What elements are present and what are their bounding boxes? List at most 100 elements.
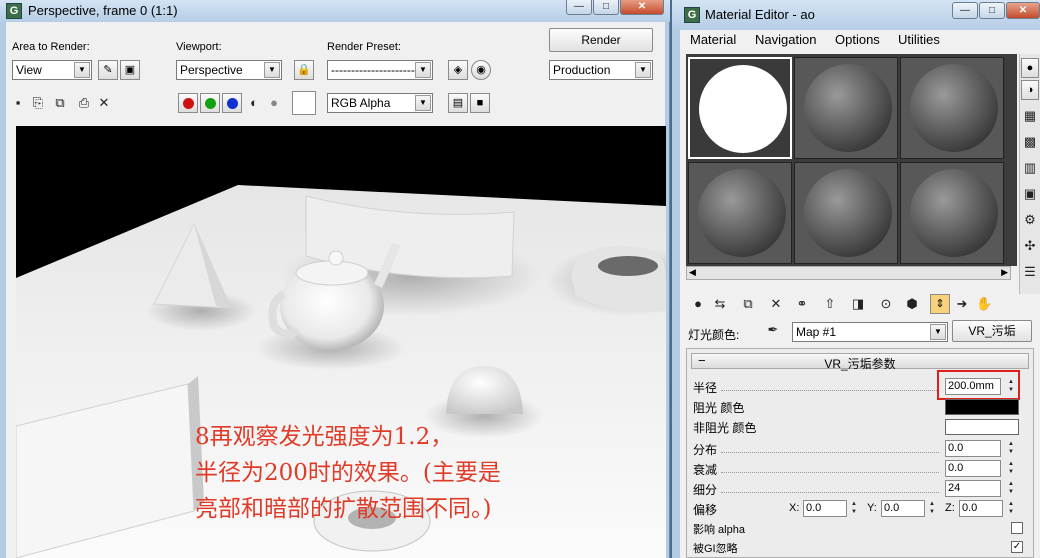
environment-icon[interactable]: ◉	[471, 60, 491, 80]
render-button[interactable]: Render	[549, 28, 653, 52]
sample-slot[interactable]	[794, 57, 898, 159]
eyedropper-icon[interactable]: ✒	[765, 322, 781, 338]
toggle-ui-icon[interactable]: ▤	[448, 93, 468, 113]
clone-window-icon[interactable]: ⧉	[52, 95, 68, 111]
alpha-channel-icon[interactable]: ◐	[246, 95, 262, 111]
show-end-result-icon[interactable]: ⬢	[904, 296, 920, 312]
distribution-input[interactable]: 0.0	[945, 440, 1001, 457]
menu-navigation[interactable]: Navigation	[755, 32, 816, 47]
leader-line	[721, 452, 939, 453]
map-name-dropdown[interactable]: Map #1 ▼	[792, 322, 948, 342]
affect-alpha-row: 影响 alpha	[693, 518, 1033, 538]
blue-channel-button[interactable]	[222, 93, 242, 113]
area-to-render-dropdown[interactable]: View ▼	[12, 60, 92, 80]
close-button[interactable]: ✕	[620, 0, 664, 15]
auto-region-icon[interactable]: ▣	[120, 60, 140, 80]
pick-from-object-icon[interactable]: ✋	[976, 296, 992, 312]
sample-type-icon[interactable]: ●	[1021, 58, 1039, 78]
sample-slot[interactable]	[900, 57, 1004, 159]
sample-slot[interactable]	[900, 162, 1004, 264]
falloff-input[interactable]: 0.0	[945, 460, 1001, 477]
make-unique-icon[interactable]: ⚭	[794, 296, 810, 312]
put-to-library-icon[interactable]: ⇧	[822, 296, 838, 312]
edit-region-icon[interactable]: ✎	[98, 60, 118, 80]
options-icon[interactable]: ⚙	[1022, 212, 1038, 228]
select-by-material-icon[interactable]: ✣	[1022, 238, 1038, 254]
sample-sphere	[910, 64, 998, 152]
maximize-button[interactable]: □	[979, 2, 1005, 19]
green-channel-button[interactable]	[200, 93, 220, 113]
go-to-parent-icon[interactable]: ⇕	[930, 294, 950, 314]
ignore-gi-checkbox[interactable]: ✓	[1011, 541, 1023, 553]
minimize-button[interactable]: —	[952, 2, 978, 19]
render-window-titlebar[interactable]: G Perspective, frame 0 (1:1) — □ ✕	[0, 0, 670, 22]
rollout-header[interactable]: − VR_污垢参数	[691, 353, 1029, 371]
production-dropdown[interactable]: Production ▼	[549, 60, 653, 80]
affect-alpha-label: 影响 alpha	[693, 524, 745, 536]
map-type-button[interactable]: VR_污垢	[952, 320, 1032, 342]
minimize-button[interactable]: —	[566, 0, 592, 15]
sample-slot[interactable]	[794, 162, 898, 264]
render-setup-icon[interactable]: ◈	[448, 60, 468, 80]
menu-utilities[interactable]: Utilities	[898, 32, 940, 47]
backlight-icon[interactable]: ◑	[1021, 80, 1039, 100]
render-preset-value: ----------------------	[331, 63, 419, 77]
bias-z-input[interactable]: 0.0	[959, 500, 1003, 517]
falloff-row: 衰减 0.0 ▲ ▼	[693, 458, 1033, 478]
go-forward-icon[interactable]: ➜	[954, 296, 970, 312]
monochrome-icon[interactable]: ●	[266, 95, 282, 111]
affect-alpha-checkbox[interactable]	[1011, 522, 1023, 534]
maximize-button[interactable]: □	[593, 0, 619, 15]
put-to-scene-icon[interactable]: ⇆	[712, 296, 728, 312]
copy-image-icon[interactable]: ⎘	[30, 95, 46, 111]
sample-slot[interactable]	[688, 162, 792, 264]
caption-line-1: 8再观察发光强度为1.2，	[195, 424, 454, 450]
close-button[interactable]: ✕	[1006, 2, 1040, 19]
get-material-icon[interactable]: ●	[690, 296, 706, 312]
assign-material-icon[interactable]: ⧉	[740, 296, 756, 312]
bias-y-input[interactable]: 0.0	[881, 500, 925, 517]
scroll-right-icon[interactable]: ▶	[1001, 267, 1008, 278]
show-map-icon[interactable]: ⊙	[878, 296, 894, 312]
bias-z-spinner[interactable]: ▲ ▼	[1006, 500, 1016, 517]
material-id-icon[interactable]: ◨	[850, 296, 866, 312]
material-editor-titlebar[interactable]: G Material Editor - ao — □ ✕	[672, 0, 1040, 30]
horizontal-scrollbar[interactable]: ◀ ▶	[686, 266, 1011, 280]
occluded-color-swatch[interactable]	[945, 399, 1019, 415]
falloff-spinner[interactable]: ▲ ▼	[1006, 460, 1016, 477]
teapot-knob	[328, 250, 344, 266]
preview-icon[interactable]: ▣	[1022, 186, 1038, 202]
render-preset-dropdown[interactable]: ---------------------- ▼	[327, 60, 433, 80]
display-toggle-icon[interactable]: ■	[470, 93, 490, 113]
bias-y-spinner[interactable]: ▲ ▼	[927, 500, 937, 517]
uv-tiling-icon[interactable]: ▩	[1022, 134, 1038, 150]
unoccluded-color-swatch[interactable]	[945, 419, 1019, 435]
red-channel-button[interactable]	[178, 93, 198, 113]
video-check-icon[interactable]: ▥	[1022, 160, 1038, 176]
viewport-dropdown[interactable]: Perspective ▼	[176, 60, 282, 80]
bias-x-input[interactable]: 0.0	[803, 500, 847, 517]
background-icon[interactable]: ▦	[1022, 108, 1038, 124]
scroll-left-icon[interactable]: ◀	[689, 267, 696, 278]
viewport-value: Perspective	[180, 63, 243, 77]
menu-material[interactable]: Material	[690, 32, 736, 47]
sample-slot-active[interactable]	[688, 57, 792, 159]
lock-icon[interactable]: 🔒	[294, 60, 314, 80]
distribution-spinner[interactable]: ▲ ▼	[1006, 440, 1016, 457]
teapot-lid	[295, 260, 369, 286]
menu-options[interactable]: Options	[835, 32, 880, 47]
max-app-icon: G	[684, 7, 700, 23]
bias-x-spinner[interactable]: ▲ ▼	[849, 500, 859, 517]
channel-dropdown[interactable]: RGB Alpha ▼	[327, 93, 433, 113]
print-icon[interactable]: ⎙	[76, 95, 92, 111]
navigator-icon[interactable]: ☰	[1022, 264, 1038, 280]
save-image-icon[interactable]: ▪	[10, 95, 26, 111]
color-swatch[interactable]	[292, 91, 316, 115]
area-to-render-label: Area to Render:	[12, 41, 90, 53]
subdivs-spinner[interactable]: ▲ ▼	[1006, 480, 1016, 497]
subdivs-input[interactable]: 24	[945, 480, 1001, 497]
material-editor-body: Material Navigation Options Utilities ◀ …	[680, 30, 1040, 558]
reset-map-icon[interactable]: ✕	[768, 296, 784, 312]
map-name-value: Map #1	[796, 325, 837, 339]
clear-icon[interactable]: ✕	[96, 95, 112, 111]
